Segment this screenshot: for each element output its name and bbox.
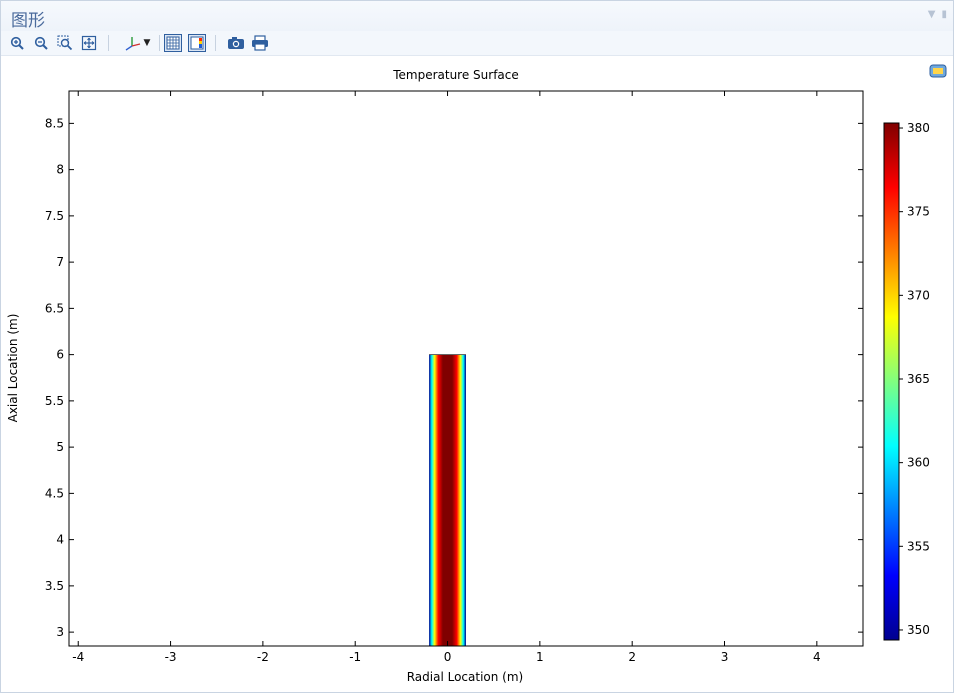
colorbar-tick-label: 350 [907, 623, 930, 637]
colorbar-tick-label: 375 [907, 205, 930, 219]
show-legend-button[interactable] [187, 33, 207, 53]
zoom-extents-button[interactable] [79, 33, 99, 53]
y-tick-label: 4 [56, 533, 64, 547]
colorbar-tick-label: 380 [907, 121, 930, 135]
y-tick-label: 6 [56, 348, 64, 362]
window-title: 图形 [11, 11, 45, 31]
y-tick-label: 7 [56, 255, 64, 269]
printer-icon [252, 35, 268, 51]
x-axis-label: Radial Location (m) [407, 670, 524, 684]
y-tick-label: 8 [56, 163, 64, 177]
y-tick-label: 8.5 [45, 116, 64, 130]
title-bar: 图形 ▼ ▮ [1, 1, 953, 31]
x-tick-label: 3 [721, 650, 729, 664]
print-button[interactable] [250, 33, 270, 53]
y-tick-label: 3 [56, 625, 64, 639]
colorbar-tick-label: 360 [907, 456, 930, 470]
plot-area[interactable]: Temperature Surface -4 -3 -2 -1 0 1 2 3 4 3 3.5 4 4… [1, 56, 953, 692]
colorbar: 350 355 360 365 370 375 380 [883, 121, 930, 641]
colorbar-tick-label: 365 [907, 372, 930, 386]
y-tick-label: 3.5 [45, 579, 64, 593]
axis-orientation-button[interactable]: ▼ [119, 33, 155, 53]
colorbar-tick-label: 355 [907, 539, 930, 553]
zoom-extents-icon [81, 35, 97, 51]
toolbar-separator [215, 35, 216, 51]
temperature-surface [429, 354, 466, 646]
image-snapshot-button[interactable] [226, 33, 246, 53]
axis-icon [125, 37, 140, 51]
zoom-out-button[interactable] [31, 33, 51, 53]
x-tick-label: -4 [72, 650, 84, 664]
dropdown-arrow-icon: ▼ [143, 38, 151, 48]
x-tick-label: 2 [628, 650, 636, 664]
y-tick-label: 5.5 [45, 394, 64, 408]
camera-icon [228, 37, 244, 49]
colorbar-tick-label: 370 [907, 288, 930, 302]
x-tick-label: 4 [813, 650, 821, 664]
graphics-window: 图形 ▼ ▮ ▼ Temperature Surface -4 -3 -2 -1… [0, 0, 954, 693]
grid-icon [164, 34, 182, 52]
zoom-in-button[interactable] [7, 33, 27, 53]
pin-icon[interactable]: ▮ [941, 9, 947, 20]
zoom-box-button[interactable] [55, 33, 75, 53]
x-tick-label: -1 [349, 650, 361, 664]
y-tick-label: 5 [56, 440, 64, 454]
y-tick-label: 7.5 [45, 209, 64, 223]
graphics-toolbar: ▼ [1, 31, 953, 56]
colorbar-gradient-bar [883, 122, 900, 641]
show-grid-button[interactable] [163, 33, 183, 53]
chart-canvas: -4 -3 -2 -1 0 1 2 3 4 3 3.5 4 4.5 5 5.5 6 6.5 7 7.5 8 8.5 R… [6, 90, 930, 684]
toolbar-separator [159, 35, 160, 51]
title-controls: ▼ ▮ [928, 9, 947, 20]
y-tick-label: 4.5 [45, 486, 64, 500]
zoom-in-icon [10, 36, 24, 50]
y-axis-label: Axial Location (m) [6, 314, 20, 423]
surface-layer [429, 354, 466, 646]
x-tick-label: -3 [165, 650, 177, 664]
x-tick-label: 1 [536, 650, 544, 664]
zoom-out-icon [34, 36, 48, 50]
toolbar-separator [108, 35, 109, 51]
zoom-box-icon [57, 35, 73, 51]
x-tick-label: 0 [444, 650, 452, 664]
dropdown-arrow-icon[interactable]: ▼ [928, 9, 936, 20]
y-tick-label: 6.5 [45, 301, 64, 315]
legend-icon [188, 34, 206, 52]
x-tick-label: -2 [257, 650, 269, 664]
